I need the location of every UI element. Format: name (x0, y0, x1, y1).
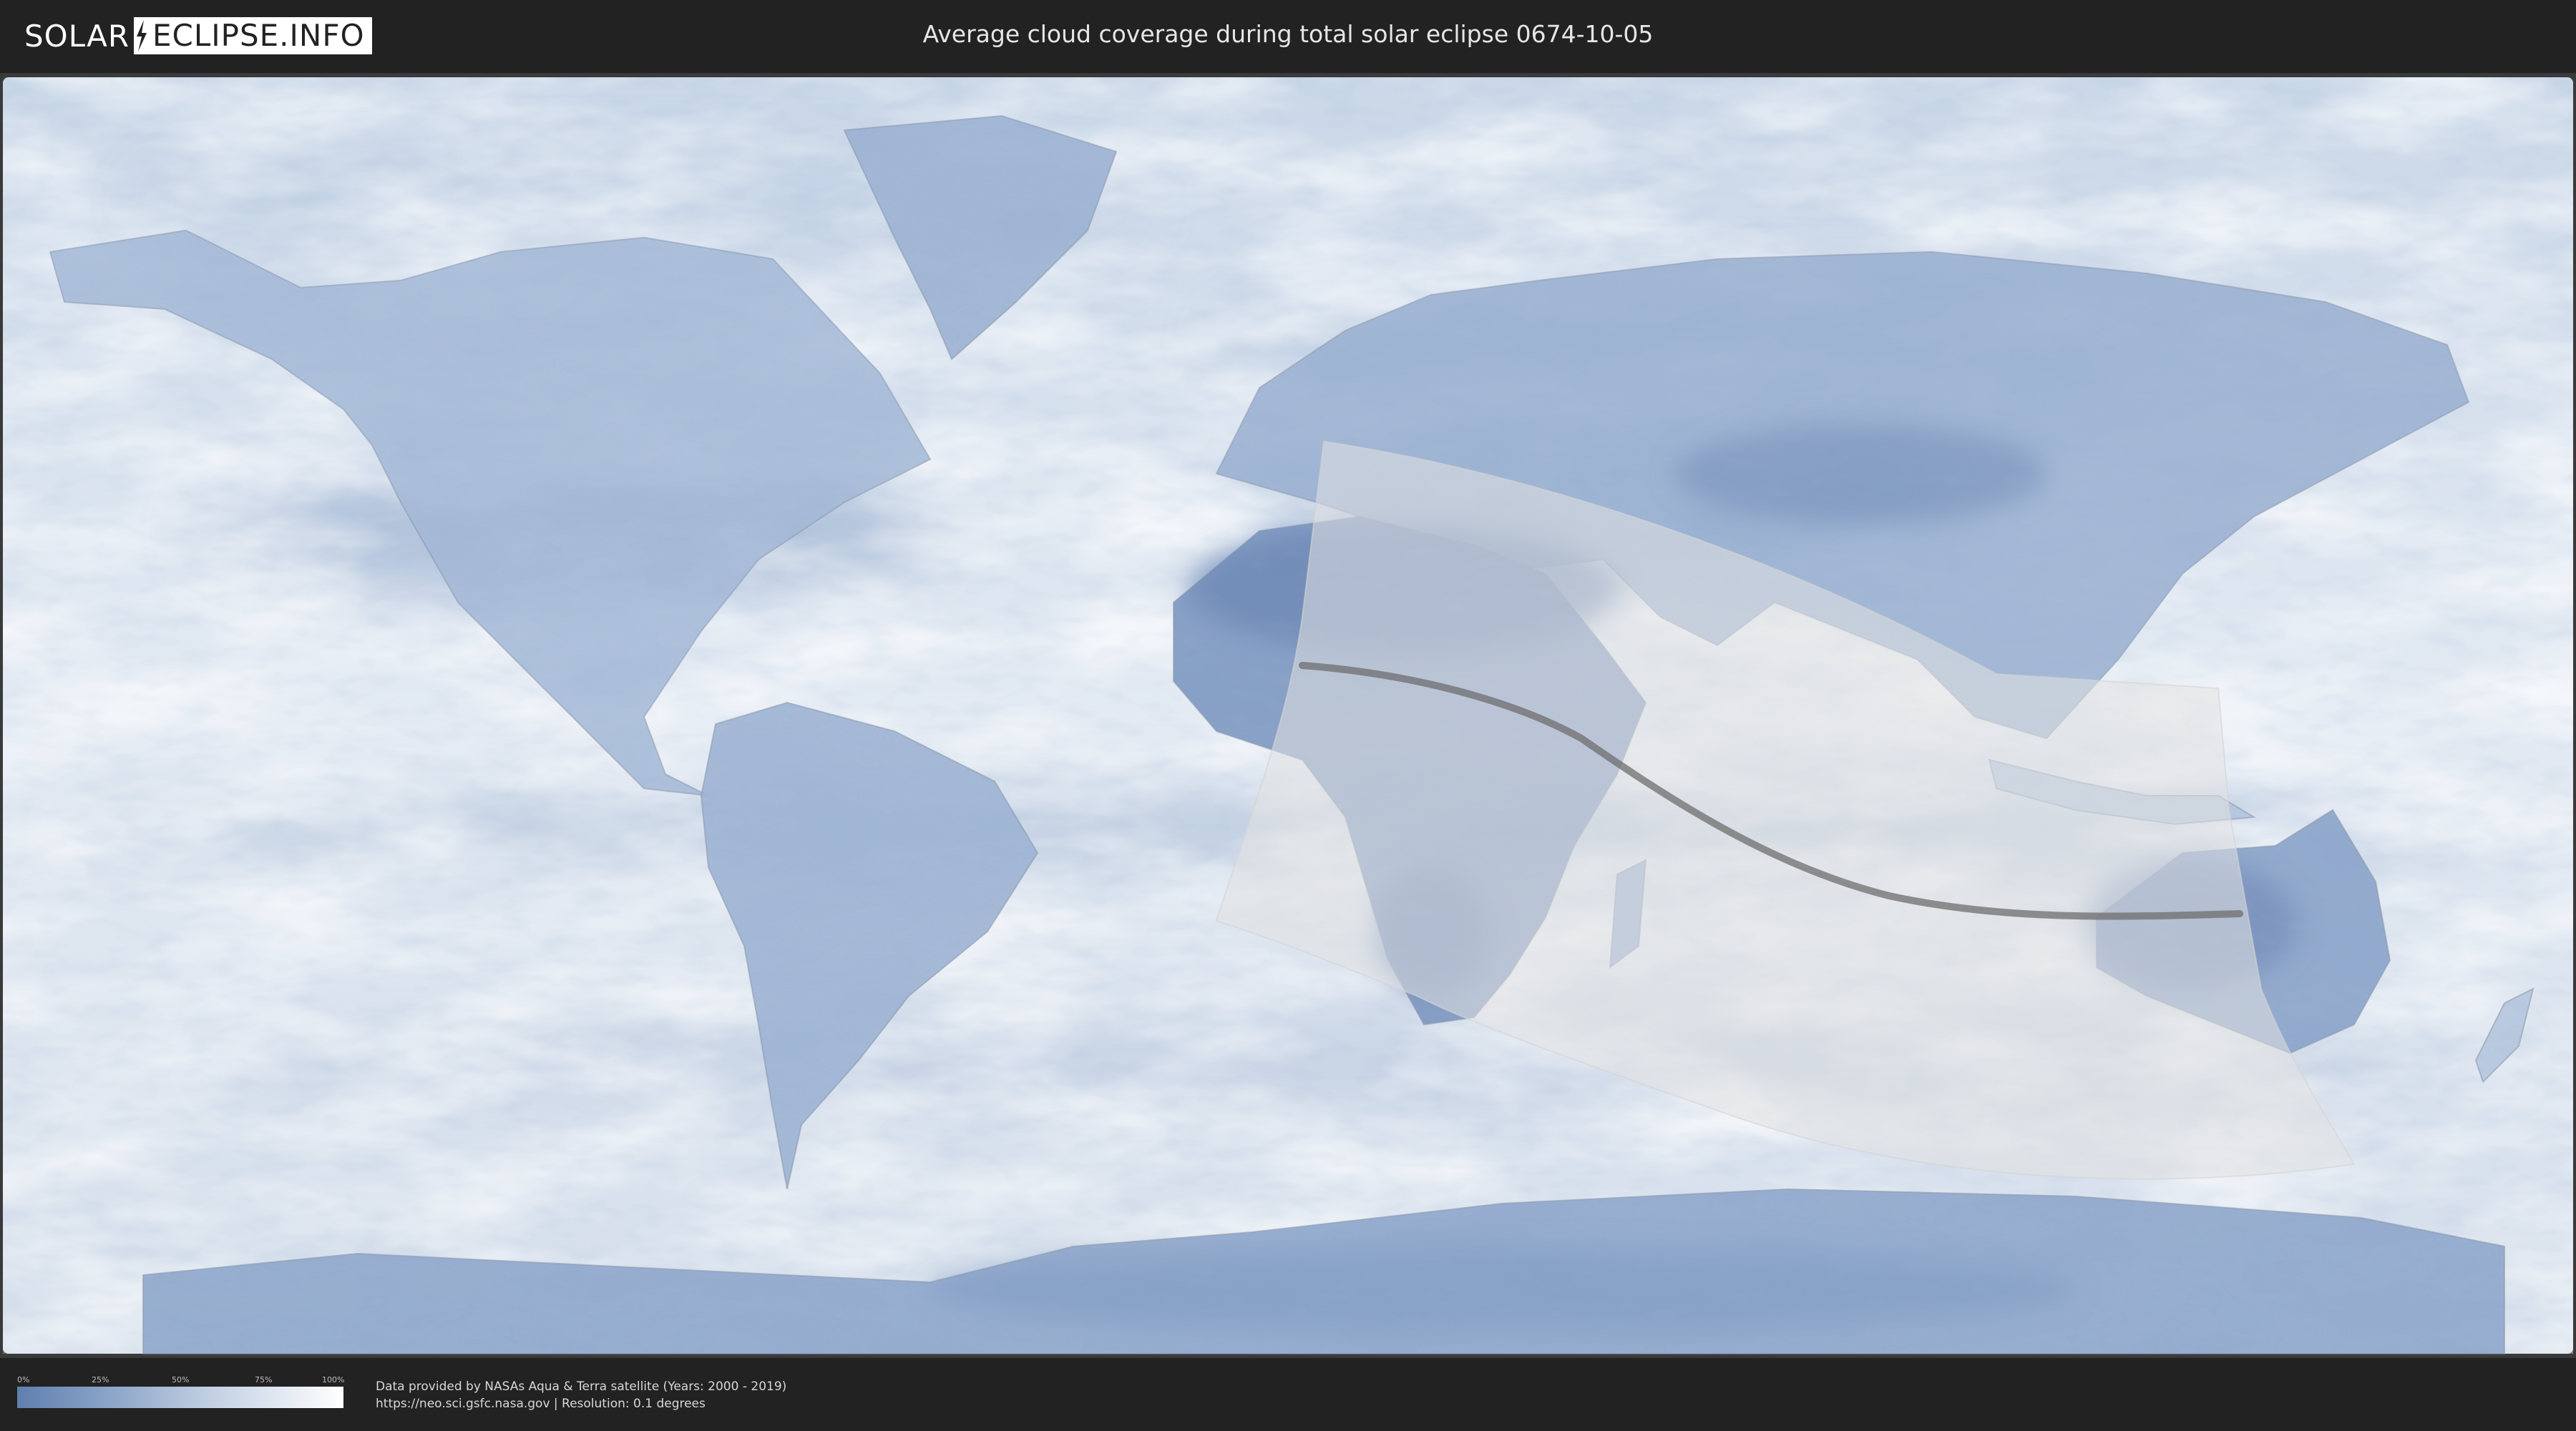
legend-gradient-bar (17, 1387, 343, 1408)
footer-bar: 0% 25% 50% 75% 100% Data provided by NAS… (0, 1358, 2576, 1431)
cloud-coverage-legend: 0% 25% 50% 75% 100% (17, 1375, 345, 1408)
page-title: Average cloud coverage during total sola… (922, 20, 1654, 48)
credits-source: Data provided by NASAs Aqua & Terra sate… (376, 1379, 787, 1394)
legend-tick-100: 100% (322, 1375, 345, 1384)
legend-tick-75: 75% (255, 1375, 273, 1384)
world-map-svg (3, 77, 2573, 1354)
data-credits: Data provided by NASAs Aqua & Terra sate… (376, 1378, 786, 1412)
legend-tick-50: 50% (172, 1375, 190, 1384)
legend-tick-0: 0% (17, 1375, 30, 1384)
header-bar: SOLAR ECLIPSE.INFO Average cloud coverag… (0, 0, 2576, 72)
cloud-coverage-map (0, 73, 2576, 1358)
credits-link[interactable]: https://neo.sci.gsfc.nasa.gov | Resoluti… (376, 1395, 786, 1412)
legend-tick-25: 25% (92, 1375, 109, 1384)
legend-ticks: 0% 25% 50% 75% 100% (17, 1375, 345, 1387)
